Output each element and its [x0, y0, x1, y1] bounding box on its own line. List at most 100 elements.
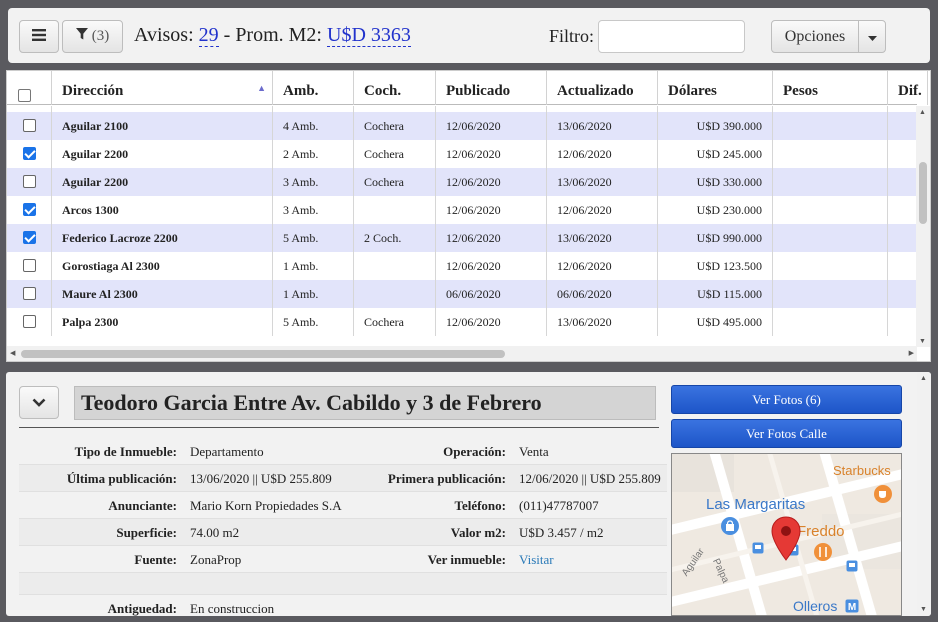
location-map[interactable]: Starbucks Las Margaritas Freddo Aguilar … — [671, 453, 902, 616]
avisos-count-link[interactable]: 29 — [198, 24, 219, 47]
table-row[interactable]: Federico Lacroze 2200 5 Amb. 2 Coch. 12/06/… — [7, 224, 917, 252]
summary-separator: - — [223, 24, 231, 46]
cell-direccion: Palpa 2300 — [52, 308, 273, 336]
scroll-up-icon[interactable]: ▲ — [919, 108, 926, 116]
shopping-bag-icon[interactable] — [720, 516, 740, 536]
cell-coch: 2 Coch. — [354, 224, 436, 252]
info-row: Antiguedad: En construccion — [19, 595, 667, 616]
ultima-publicacion-label: Última publicación: — [66, 471, 177, 486]
cell-dolares: U$D 123.500 — [658, 252, 773, 280]
cell-actualizado: 12/06/2020 — [547, 252, 658, 280]
cell-dif — [888, 224, 917, 252]
info-row: Anunciante: Mario Korn Propiedades S.A T… — [19, 492, 667, 519]
bus-stop-icon[interactable] — [846, 560, 858, 572]
caret-down-icon — [867, 28, 877, 46]
col-header-actualizado[interactable]: Actualizado — [547, 71, 658, 105]
menu-button[interactable] — [19, 20, 59, 53]
visitar-link[interactable]: Visitar — [519, 546, 554, 573]
cell-coch — [354, 280, 436, 308]
col-header-publicado[interactable]: Publicado — [436, 71, 547, 105]
table-row[interactable]: Aguilar 2200 2 Amb. Cochera 12/06/2020 12/06… — [7, 140, 917, 168]
col-header-amb[interactable]: Amb. — [273, 71, 354, 105]
cell-select — [7, 168, 52, 196]
grid-body: Aguilar 2100 4 Amb. Cochera 12/06/2020 13/06… — [7, 106, 917, 347]
row-checkbox[interactable] — [23, 315, 36, 328]
cell-dolares: U$D 390.000 — [658, 112, 773, 140]
scroll-down-icon[interactable]: ▼ — [920, 605, 927, 613]
collapse-button[interactable] — [19, 386, 59, 419]
scroll-down-icon[interactable]: ▼ — [919, 337, 926, 345]
scroll-right-icon[interactable]: ▶ — [909, 349, 914, 357]
grid-vertical-scroll-thumb[interactable] — [919, 162, 927, 224]
grid-vertical-scrollbar[interactable]: ▲ ▼ — [916, 106, 930, 347]
prom-value-link[interactable]: U$D 3363 — [327, 24, 411, 47]
cell-publicado: 12/06/2020 — [436, 308, 547, 336]
food-icon[interactable] — [813, 542, 833, 562]
bus-stop-icon[interactable] — [752, 542, 764, 554]
grid-header: Dirección ▲ Amb. Coch. Publicado Actuali… — [7, 71, 928, 105]
cell-dif — [888, 196, 917, 224]
row-checkbox[interactable] — [23, 175, 36, 188]
property-address-title: Teodoro Garcia Entre Av. Cabildo y 3 de … — [74, 386, 656, 420]
grid-horizontal-scroll-thumb[interactable] — [21, 350, 505, 358]
grid-horizontal-scrollbar[interactable]: ◀ ▶ — [7, 346, 917, 361]
primera-publicacion-value: 12/06/2020 || U$D 255.809 — [519, 471, 661, 486]
cell-amb: 5 Amb. — [273, 224, 354, 252]
cell-dolares: U$D 495.000 — [658, 308, 773, 336]
scroll-left-icon[interactable]: ◀ — [10, 349, 15, 357]
cell-dolares: U$D 115.000 — [658, 280, 773, 308]
cell-actualizado: 13/06/2020 — [547, 168, 658, 196]
row-checkbox[interactable] — [23, 231, 36, 244]
table-row[interactable]: Palpa 2300 5 Amb. Cochera 12/06/2020 13/06/2… — [7, 308, 917, 336]
map-label-starbucks: Starbucks — [833, 463, 891, 478]
ver-fotos-calle-button[interactable]: Ver Fotos Calle — [671, 419, 902, 448]
tipo-value: Departamento — [190, 444, 264, 459]
cell-coch: Cochera — [354, 140, 436, 168]
table-row[interactable]: Aguilar 2100 4 Amb. Cochera 12/06/2020 13/06… — [7, 112, 917, 140]
row-checkbox[interactable] — [23, 119, 36, 132]
opciones-dropdown-toggle[interactable] — [858, 20, 886, 53]
table-row[interactable]: Arcos 1300 3 Amb. 12/06/2020 12/06/2020 U$D … — [7, 196, 917, 224]
col-header-direccion-label: Dirección — [62, 83, 124, 99]
row-checkbox[interactable] — [23, 203, 36, 216]
cell-amb: 4 Amb. — [273, 112, 354, 140]
table-row[interactable]: Gorostiaga Al 2300 1 Amb. 12/06/2020 12/06/… — [7, 252, 917, 280]
row-checkbox[interactable] — [23, 287, 36, 300]
col-header-dif[interactable]: Dif. — [888, 71, 928, 105]
cell-select — [7, 112, 52, 140]
cell-pesos — [773, 224, 888, 252]
select-all-checkbox[interactable] — [18, 89, 31, 102]
row-checkbox[interactable] — [23, 147, 36, 160]
col-header-direccion[interactable]: Dirección ▲ — [52, 71, 273, 105]
starbucks-icon[interactable] — [873, 484, 893, 504]
ver-fotos-button[interactable]: Ver Fotos (6) — [671, 385, 902, 414]
info-row: Última publicación: 13/06/2020 || U$D 25… — [19, 465, 667, 492]
info-row-empty — [19, 573, 667, 595]
valor-m2-label: Valor m2: — [450, 525, 506, 540]
subway-icon[interactable]: M — [845, 599, 859, 613]
col-header-pesos[interactable]: Pesos — [773, 71, 888, 105]
cell-actualizado: 12/06/2020 — [547, 196, 658, 224]
chevron-down-icon — [32, 394, 46, 412]
col-header-coch[interactable]: Coch. — [354, 71, 436, 105]
filter-button[interactable]: (3) — [62, 20, 123, 53]
opciones-button[interactable]: Opciones — [771, 20, 859, 53]
row-checkbox[interactable] — [23, 259, 36, 272]
scroll-up-icon[interactable]: ▲ — [920, 374, 927, 382]
listings-grid: Dirección ▲ Amb. Coch. Publicado Actuali… — [6, 70, 931, 362]
cell-dolares: U$D 230.000 — [658, 196, 773, 224]
cell-actualizado: 12/06/2020 — [547, 140, 658, 168]
location-pin-icon[interactable] — [771, 516, 801, 561]
detail-vertical-scrollbar[interactable]: ▲ ▼ — [917, 372, 931, 616]
col-header-dolares[interactable]: Dólares — [658, 71, 773, 105]
cell-amb: 1 Amb. — [273, 280, 354, 308]
telefono-value: (011)47787007 — [519, 498, 599, 513]
primera-publicacion-label: Primera publicación: — [387, 471, 506, 486]
cell-amb: 3 Amb. — [273, 168, 354, 196]
table-row[interactable]: Maure Al 2300 1 Amb. 06/06/2020 06/06/2020 U… — [7, 280, 917, 308]
table-row[interactable]: Aguilar 2200 3 Amb. Cochera 12/06/2020 13/06… — [7, 168, 917, 196]
info-row: Superficie: 74.00 m2 Valor m2: U$D 3.457… — [19, 519, 667, 546]
select-all-cell — [7, 71, 52, 105]
cell-publicado: 12/06/2020 — [436, 196, 547, 224]
filtro-input[interactable] — [598, 20, 745, 53]
